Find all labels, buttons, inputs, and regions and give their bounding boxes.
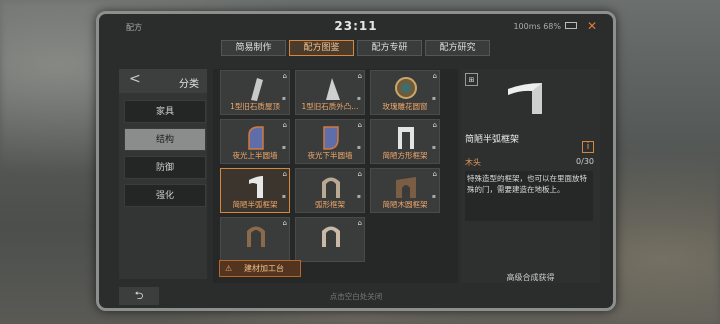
workbench-button[interactable]: ⚠ 建材加工台	[219, 260, 301, 277]
recipe-card[interactable]: ⌂	[220, 217, 290, 262]
recipe-card[interactable]: ⌂	[295, 217, 365, 262]
half-arc-frame-icon	[508, 83, 542, 114]
recipe-card[interactable]: ⌂ ▪ 1型旧石质屋顶	[220, 70, 290, 115]
tab-simple-craft[interactable]: 简易制作	[221, 40, 286, 56]
recipe-label: 1型旧石质屋顶	[230, 102, 280, 111]
square-frame-icon	[398, 127, 414, 149]
tab-recipe-book[interactable]: 配方图鉴	[289, 40, 354, 56]
glow-arc-wall-icon	[248, 126, 264, 150]
recipe-grid: ⌂ ▪ 1型旧石质屋顶 ⌂ ▪ 1型旧石质外凸... ⌂ ▪ 玫瑰雕花圆窗 ⌂ …	[213, 69, 458, 283]
info-icon[interactable]: i	[582, 141, 594, 153]
arch-frame-icon	[322, 226, 340, 247]
recipe-card[interactable]: ⌂ ▪ 1型旧石质外凸...	[295, 70, 365, 115]
material-name: 木头	[465, 158, 481, 167]
material-count: 0/30	[576, 157, 594, 166]
home-icon: ⌂	[282, 72, 287, 80]
round-window-icon	[395, 77, 417, 99]
home-icon: ⌂	[282, 121, 287, 129]
obtain-method: 高级合成获得	[506, 273, 555, 282]
arch-frame-icon	[322, 177, 340, 198]
workbench-label: 建材加工台	[244, 264, 284, 273]
recipe-label: 夜光下半圆墙	[307, 151, 353, 160]
recipe-detail-panel: ⊞ 简陋半弧框架 i 木头 0/30 特殊造型的框架，也可以在里面放特殊的门，需…	[461, 69, 600, 283]
recipe-card[interactable]: ⌂ ▪ 夜光下半圆墙	[295, 119, 365, 164]
category-header: < 分类	[119, 69, 207, 93]
triangle-wall-icon	[326, 78, 340, 100]
tab-recipe-study[interactable]: 配方专研	[357, 40, 422, 56]
tag-icon: ⊞	[465, 73, 478, 86]
chevron-left-icon[interactable]: <	[129, 71, 141, 87]
home-icon: ⌂	[357, 170, 362, 178]
recipe-label: 简陋方形框架	[382, 151, 428, 160]
roof-icon	[251, 78, 263, 101]
half-arc-frame-icon	[249, 176, 263, 198]
recipe-label: 弧形框架	[315, 200, 345, 209]
recipe-card[interactable]: ⌂ ▪ 简陋方形框架	[370, 119, 440, 164]
recipe-card[interactable]: ⌂ ▪ 玫瑰雕花圆窗	[370, 70, 440, 115]
close-icon[interactable]: ✕	[587, 19, 597, 33]
recipe-card[interactable]: ⌂ ▪ 简陋木圆框架	[370, 168, 440, 213]
recipe-card[interactable]: ⌂ ▪ 夜光上半圆墙	[220, 119, 290, 164]
home-icon: ⌂	[357, 219, 362, 227]
home-icon: ⌂	[282, 170, 287, 178]
warning-icon: ⚠	[225, 264, 233, 273]
recipe-label: 简陋木圆框架	[382, 200, 428, 209]
recipe-card-selected[interactable]: ⌂ ▪ 简陋半弧框架	[220, 168, 290, 213]
close-hint: 点击空白处关闭	[329, 292, 383, 301]
wood-round-frame-icon	[396, 177, 416, 198]
home-icon: ⌂	[282, 219, 287, 227]
sidebar-item-furniture[interactable]: 家具	[124, 100, 206, 123]
sidebar-item-enhance[interactable]: 强化	[124, 184, 206, 207]
recipe-label: 简陋半弧框架	[232, 200, 278, 209]
home-icon: ⌂	[432, 121, 437, 129]
recipe-label: 1型旧石质外凸...	[301, 102, 359, 111]
glow-arc-wall-icon	[323, 126, 339, 150]
category-title: 分类	[179, 79, 199, 90]
sidebar-item-defense[interactable]: 防御	[124, 156, 206, 179]
recipe-card[interactable]: ⌂ ▪ 弧形框架	[295, 168, 365, 213]
arch-frame-icon	[247, 226, 265, 247]
detail-description: 特殊造型的框架，也可以在里面放特殊的门，需要建造在地板上。	[465, 171, 593, 221]
category-sidebar: < 分类 家具 结构 防御 强化	[119, 69, 207, 279]
home-icon: ⌂	[357, 121, 362, 129]
sidebar-item-structure[interactable]: 结构	[124, 128, 206, 151]
network-status: 100ms 68%	[513, 22, 561, 31]
status-bar: 配方 23:11 100ms 68% ✕	[99, 14, 613, 36]
recipe-window: 配方 23:11 100ms 68% ✕ 简易制作 配方图鉴 配方专研 配方研究…	[96, 11, 616, 311]
recipe-label: 夜光上半圆墙	[232, 151, 278, 160]
home-icon: ⌂	[432, 72, 437, 80]
tab-bar: 简易制作 配方图鉴 配方专研 配方研究	[221, 40, 490, 56]
home-icon: ⌂	[432, 170, 437, 178]
recipe-label: 玫瑰雕花圆窗	[382, 102, 428, 111]
home-icon: ⌂	[357, 72, 362, 80]
battery-icon	[565, 22, 577, 29]
tab-recipe-research[interactable]: 配方研究	[425, 40, 490, 56]
detail-title: 简陋半弧框架	[465, 135, 520, 145]
